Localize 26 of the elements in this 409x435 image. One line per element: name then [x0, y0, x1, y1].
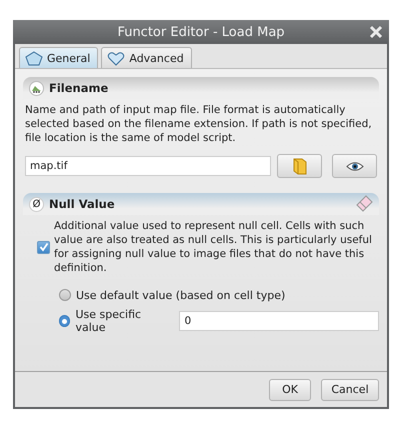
heart-icon	[107, 50, 126, 66]
filename-field[interactable]: map.tif	[25, 156, 271, 176]
folder-icon	[292, 158, 306, 174]
dialog-button[interactable]: Cancel	[321, 378, 379, 400]
description-text: Additional value used to represent null cell. Cells with such value are also treated as null cells. This is particularly useful for assigning null value to image files that do not have this definition.	[54, 219, 373, 275]
window-title: Functor Editor - Load Map	[117, 24, 285, 40]
null-icon: Ø	[29, 196, 44, 212]
section-title: Filename	[49, 81, 108, 95]
close-icon[interactable]	[369, 25, 383, 39]
preview-button[interactable]	[332, 154, 377, 178]
tab[interactable]: General	[19, 47, 98, 68]
value-field[interactable]: 0	[179, 311, 379, 331]
tab[interactable]: Advanced	[101, 47, 192, 68]
dialog-button[interactable]: OK	[269, 378, 311, 400]
radio-button[interactable]	[59, 315, 70, 327]
pentagon-icon	[25, 50, 43, 66]
radio-button[interactable]	[59, 289, 71, 301]
eraser-icon[interactable]	[355, 195, 373, 213]
eye-icon	[346, 160, 364, 172]
map-file-icon	[29, 80, 44, 96]
radio-label[interactable]: Use specific value	[75, 308, 170, 334]
radio-label[interactable]: Use default value (based on cell type)	[76, 288, 286, 302]
browse-button[interactable]	[277, 154, 322, 178]
checkbox[interactable]	[37, 240, 50, 254]
description-text: Name and path of input map file. File format is automatically selected based on the filename extension. If path is not specified, file location is the same of model script.	[25, 103, 373, 145]
section-title: Null Value	[49, 197, 115, 211]
